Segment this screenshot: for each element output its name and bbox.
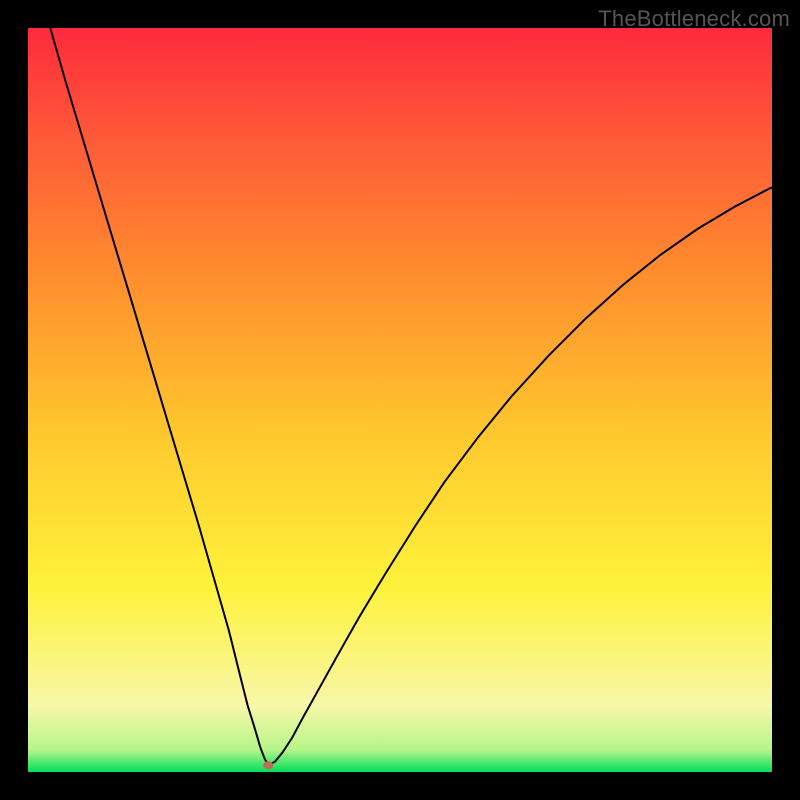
bottleneck-curve	[50, 28, 772, 765]
curve-layer	[28, 28, 772, 772]
chart-stage: TheBottleneck.com	[0, 0, 800, 800]
plot-frame	[28, 28, 772, 772]
plot-area	[28, 28, 772, 772]
min-marker	[263, 761, 273, 769]
